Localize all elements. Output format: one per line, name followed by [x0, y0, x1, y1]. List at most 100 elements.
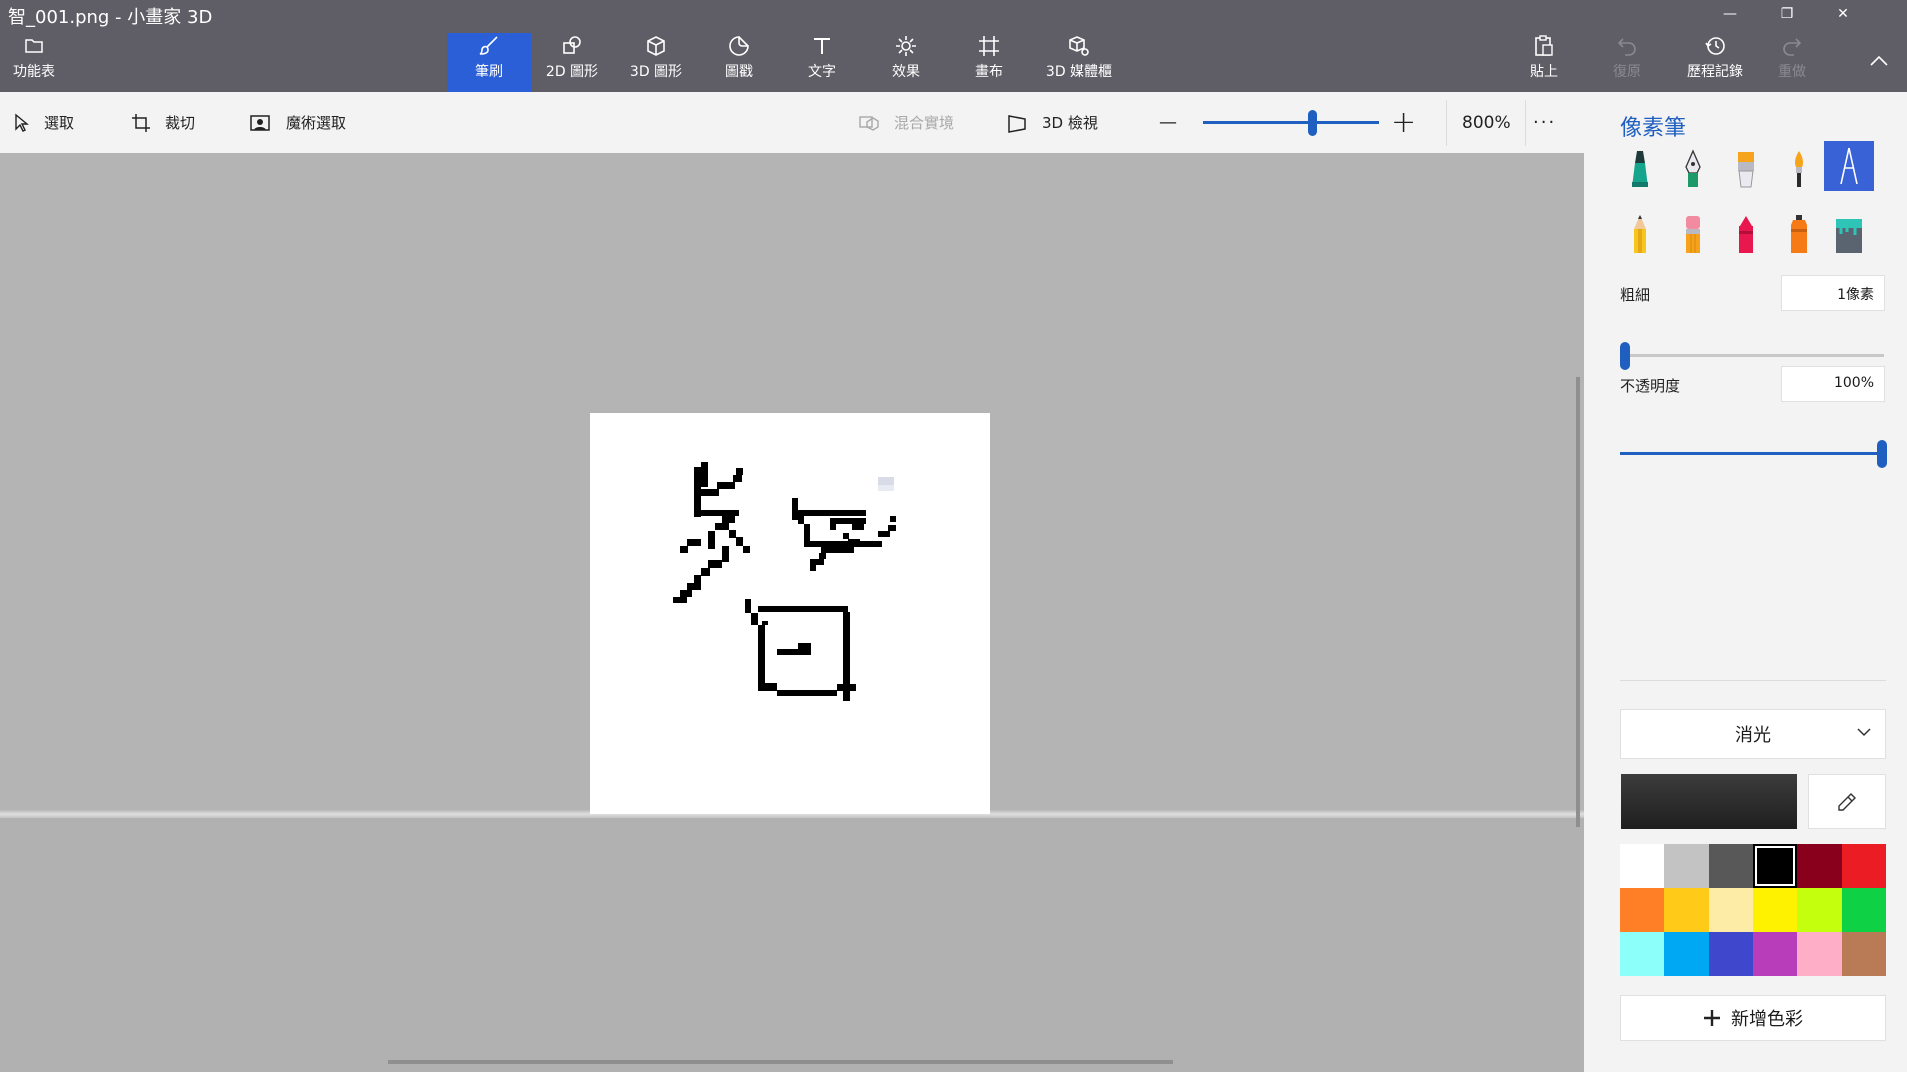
color-swatch[interactable] [1797, 888, 1842, 932]
tab-effects[interactable]: 效果 [864, 33, 948, 92]
color-swatch[interactable] [1708, 932, 1753, 976]
color-swatch[interactable] [1752, 888, 1798, 932]
color-swatch[interactable] [1841, 844, 1886, 888]
zoom-slider-thumb[interactable] [1308, 110, 1317, 136]
thickness-input[interactable]: 1像素 [1781, 275, 1885, 311]
color-swatch[interactable] [1620, 844, 1665, 888]
crop-tool[interactable]: 裁切 [131, 92, 195, 153]
paste-label: 貼上 [1530, 64, 1558, 80]
thickness-slider[interactable] [1620, 354, 1884, 357]
color-swatch[interactable] [1664, 888, 1709, 932]
pencil-icon[interactable] [1615, 209, 1665, 259]
tab-brushes[interactable]: 筆刷 [447, 33, 531, 92]
current-color-swatch[interactable] [1621, 774, 1797, 829]
tab-stickers[interactable]: 圖戳 [697, 33, 781, 92]
tab-3d-library[interactable]: 3D 媒體櫃 [1031, 33, 1127, 92]
color-swatch[interactable] [1797, 844, 1842, 888]
cursor-icon [15, 113, 29, 132]
window-title: 智_001.png - 小畫家 3D [8, 7, 213, 28]
color-swatch[interactable] [1664, 844, 1709, 888]
view-3d-icon [1008, 114, 1026, 133]
chevron-down-icon [1857, 728, 1871, 737]
color-swatch[interactable] [1752, 844, 1798, 888]
thickness-slider-thumb[interactable] [1620, 342, 1630, 370]
collapse-ribbon-chevron-up-icon[interactable] [1851, 46, 1907, 76]
tab-3d-shapes[interactable]: 3D 圖形 [614, 33, 698, 92]
tab-canvas[interactable]: 畫布 [947, 33, 1031, 92]
tab-2d-shapes[interactable]: 2D 圖形 [530, 33, 614, 92]
folder-icon [24, 33, 44, 59]
view-3d-label: 3D 檢視 [1042, 114, 1098, 132]
close-button[interactable]: ✕ [1815, 0, 1871, 28]
select-tool[interactable]: 選取 [14, 92, 74, 153]
history-icon [1704, 33, 1726, 59]
eyedropper-button[interactable] [1808, 774, 1886, 829]
undo-label: 復原 [1613, 64, 1641, 80]
zoom-in-button[interactable]: + [1391, 92, 1416, 153]
color-swatch[interactable] [1620, 932, 1665, 976]
tab-label: 圖戳 [725, 64, 753, 80]
color-swatch[interactable] [1752, 932, 1798, 976]
canvas-icon [977, 33, 1001, 59]
zoom-slider[interactable] [1203, 121, 1379, 124]
watercolor-icon[interactable] [1774, 144, 1824, 194]
tab-label: 畫布 [975, 64, 1003, 80]
fill-bucket-icon[interactable] [1824, 209, 1874, 259]
view-3d-button[interactable]: 3D 檢視 [1006, 92, 1098, 153]
calligraphy-pen-icon[interactable] [1668, 144, 1718, 194]
opacity-input[interactable]: 100% [1781, 366, 1885, 402]
redo-button[interactable]: 重做 [1750, 33, 1834, 92]
undo-button[interactable]: 復原 [1585, 33, 1669, 92]
vertical-scrollbar[interactable] [1576, 377, 1580, 827]
drawing-canvas[interactable] [590, 413, 990, 814]
3d-shapes-icon [644, 33, 668, 59]
magic-select-label: 魔術選取 [286, 114, 347, 132]
color-swatch[interactable] [1797, 932, 1842, 976]
finish-value: 消光 [1735, 725, 1771, 746]
title-ribbon-bar: 智_001.png - 小畫家 3D — ❐ ✕ 功能表 筆刷 2D 圖形 3D… [0, 0, 1907, 92]
marker-icon[interactable] [1615, 144, 1665, 194]
brush-icon [477, 33, 501, 59]
color-swatch[interactable] [1664, 932, 1709, 976]
color-swatch[interactable] [1708, 888, 1753, 932]
panel-divider [1620, 680, 1886, 681]
magic-select-icon [250, 114, 270, 131]
color-swatch[interactable] [1841, 888, 1886, 932]
eraser-icon[interactable] [1668, 209, 1718, 259]
eyedropper-icon [1838, 792, 1856, 811]
pixel-drawing [673, 462, 896, 701]
opacity-slider[interactable] [1620, 452, 1884, 455]
panel-title: 像素筆 [1620, 116, 1687, 141]
tab-label: 3D 媒體櫃 [1045, 64, 1113, 80]
magic-select-tool[interactable]: 魔術選取 [250, 92, 346, 153]
tab-text[interactable]: 文字 [780, 33, 864, 92]
redo-label: 重做 [1778, 64, 1806, 80]
more-options-button[interactable]: ··· [1533, 92, 1556, 153]
sticker-icon [727, 33, 751, 59]
opacity-slider-thumb[interactable] [1877, 440, 1887, 468]
color-swatch[interactable] [1620, 888, 1665, 932]
menu-button[interactable]: 功能表 [0, 33, 68, 92]
mixed-reality-label: 混合實境 [894, 114, 955, 132]
crop-icon [132, 113, 150, 132]
color-swatch[interactable] [1841, 932, 1886, 976]
paste-button[interactable]: 貼上 [1502, 33, 1586, 92]
text-icon [810, 33, 834, 59]
spray-can-icon[interactable] [1774, 209, 1824, 259]
add-color-button[interactable]: 新增色彩 [1620, 995, 1886, 1041]
crayon-icon[interactable] [1721, 209, 1771, 259]
horizontal-scrollbar[interactable] [388, 1060, 1173, 1064]
mixed-reality-button[interactable]: 混合實境 [858, 92, 954, 153]
restore-button[interactable]: ❐ [1759, 0, 1815, 28]
zoom-out-button[interactable]: — [1159, 92, 1177, 153]
redo-icon [1781, 33, 1803, 59]
oil-brush-icon[interactable] [1721, 144, 1771, 194]
finish-dropdown[interactable]: 消光 [1620, 709, 1886, 759]
crop-label: 裁切 [165, 114, 196, 132]
color-swatch[interactable] [1708, 844, 1753, 888]
pixel-pen-icon[interactable] [1824, 141, 1874, 191]
minimize-button[interactable]: — [1702, 0, 1758, 28]
thickness-label: 粗細 [1620, 286, 1651, 304]
tab-label: 效果 [892, 64, 920, 80]
zoom-percentage[interactable]: 800% [1462, 92, 1511, 153]
